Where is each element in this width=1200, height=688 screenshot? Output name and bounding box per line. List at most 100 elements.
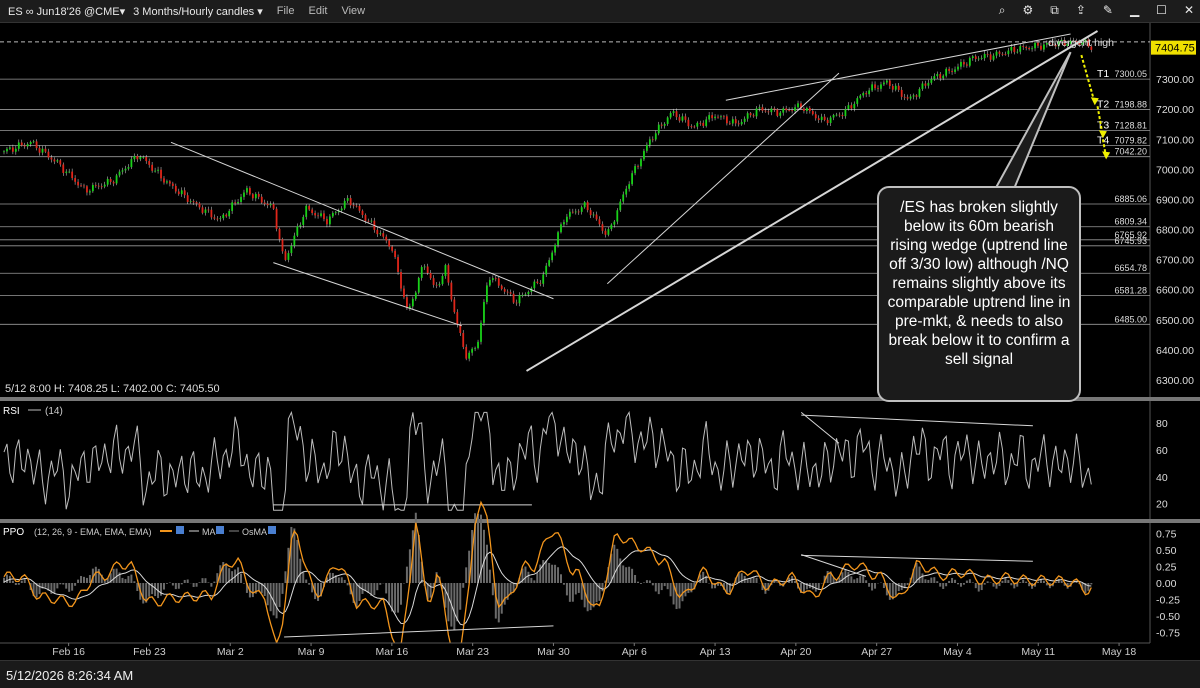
copy-icon[interactable]: ⧉ — [1050, 3, 1059, 18]
candle-body — [788, 110, 790, 111]
candle-body — [196, 202, 198, 203]
candle-body — [738, 123, 740, 124]
candle-body — [471, 349, 473, 353]
osma-bar — [530, 578, 532, 583]
candle-body — [110, 179, 112, 182]
search-icon[interactable]: ⌕ — [999, 3, 1006, 18]
osma-bar — [987, 581, 989, 583]
price-level-label: 6885.06 — [1114, 194, 1147, 204]
candle-body — [714, 117, 716, 118]
date-tick-label: May 4 — [943, 646, 972, 658]
candle-body — [240, 197, 242, 202]
menu-file[interactable]: File — [277, 5, 295, 17]
osma-bar — [1061, 581, 1063, 583]
ppo-tick-label: 0.00 — [1156, 578, 1177, 590]
osma-bar — [305, 580, 307, 583]
osma-bar — [83, 577, 85, 583]
rsi-tick-label: 40 — [1156, 472, 1168, 484]
candle-body — [18, 143, 20, 149]
candle-body — [279, 229, 281, 239]
osma-bar — [293, 528, 295, 583]
osma-bar — [1055, 582, 1057, 583]
close-icon[interactable]: ✕ — [1184, 3, 1194, 18]
candle-body — [735, 119, 737, 123]
maximize-icon[interactable]: ☐ — [1156, 3, 1167, 18]
menu-view[interactable]: View — [341, 5, 365, 17]
rsi-line — [4, 412, 1091, 510]
share-icon[interactable]: ⇪ — [1076, 3, 1086, 18]
candle-body — [1037, 43, 1039, 46]
candle-body — [919, 89, 921, 97]
osma-bar — [918, 567, 920, 583]
candle-body — [418, 278, 420, 293]
menu-edit[interactable]: Edit — [309, 5, 328, 17]
ppo-checkbox[interactable] — [176, 526, 184, 534]
candle-body — [821, 117, 823, 120]
candle-body — [925, 84, 927, 86]
osma-checkbox[interactable] — [268, 526, 276, 534]
period-selector[interactable]: 3 Months/Hourly candles ▾ — [133, 5, 263, 18]
ppo-divergence-lines — [284, 555, 1033, 637]
pin-icon[interactable]: ✎ — [1103, 3, 1113, 18]
osma-bar — [747, 579, 749, 583]
gear-icon[interactable]: ⚙ — [1022, 3, 1033, 18]
candle-body — [652, 139, 654, 140]
candle-body — [193, 201, 195, 202]
candle-body — [907, 97, 909, 98]
candle-body — [213, 217, 215, 218]
candle-body — [676, 111, 678, 117]
candle-body — [379, 233, 381, 234]
symbol-selector[interactable]: ES ∞ Jun18'26 @CME▾ — [8, 5, 125, 18]
candle-body — [889, 81, 891, 86]
candle-body — [249, 188, 251, 194]
ma-checkbox[interactable] — [216, 526, 224, 534]
osma-bar — [1043, 581, 1045, 583]
price-tick-label: 6300.00 — [1156, 375, 1194, 387]
osma-bar — [661, 583, 663, 590]
osma-bar — [456, 583, 458, 621]
osma-bar — [204, 578, 206, 583]
osma-bar — [193, 583, 195, 587]
osma-bar — [871, 583, 873, 590]
candle-body — [708, 115, 710, 119]
candle-body — [169, 181, 171, 183]
candle-body — [750, 113, 752, 115]
osma-bar — [664, 583, 666, 586]
osma-bar — [1025, 582, 1027, 583]
candle-body — [850, 105, 852, 108]
candle-body — [317, 215, 319, 216]
candle-body — [637, 166, 639, 167]
osma-bar — [750, 578, 752, 583]
osma-bar — [676, 583, 678, 609]
candle-body — [160, 170, 162, 179]
candle-body — [36, 141, 38, 148]
osma-bar — [773, 581, 775, 583]
osma-bar — [548, 563, 550, 583]
candle-body — [791, 110, 793, 111]
candle-body — [797, 103, 799, 107]
candle-body — [92, 185, 94, 191]
candle-body — [273, 204, 275, 209]
candle-body — [122, 170, 124, 171]
candle-body — [984, 54, 986, 58]
candle-body — [939, 74, 941, 78]
osma-bar — [127, 576, 129, 583]
osma-bar — [646, 580, 648, 583]
candle-body — [859, 95, 861, 98]
osma-bar — [599, 583, 601, 601]
candle-body — [68, 172, 70, 173]
ma-legend: MA — [202, 527, 216, 537]
minimize-icon[interactable]: ▁ — [1130, 3, 1139, 18]
candle-body — [130, 159, 132, 167]
osma-bar — [993, 583, 995, 587]
osma-bar — [951, 578, 953, 583]
candle-body — [308, 206, 310, 210]
candle-body — [504, 289, 506, 292]
target-tag: T3 — [1097, 120, 1109, 132]
osma-bar — [945, 583, 947, 586]
candle-body — [765, 111, 767, 112]
candle-body — [877, 88, 879, 89]
date-tick-label: Mar 2 — [217, 646, 244, 658]
osma-bar — [847, 572, 849, 583]
candle-body — [199, 203, 201, 207]
